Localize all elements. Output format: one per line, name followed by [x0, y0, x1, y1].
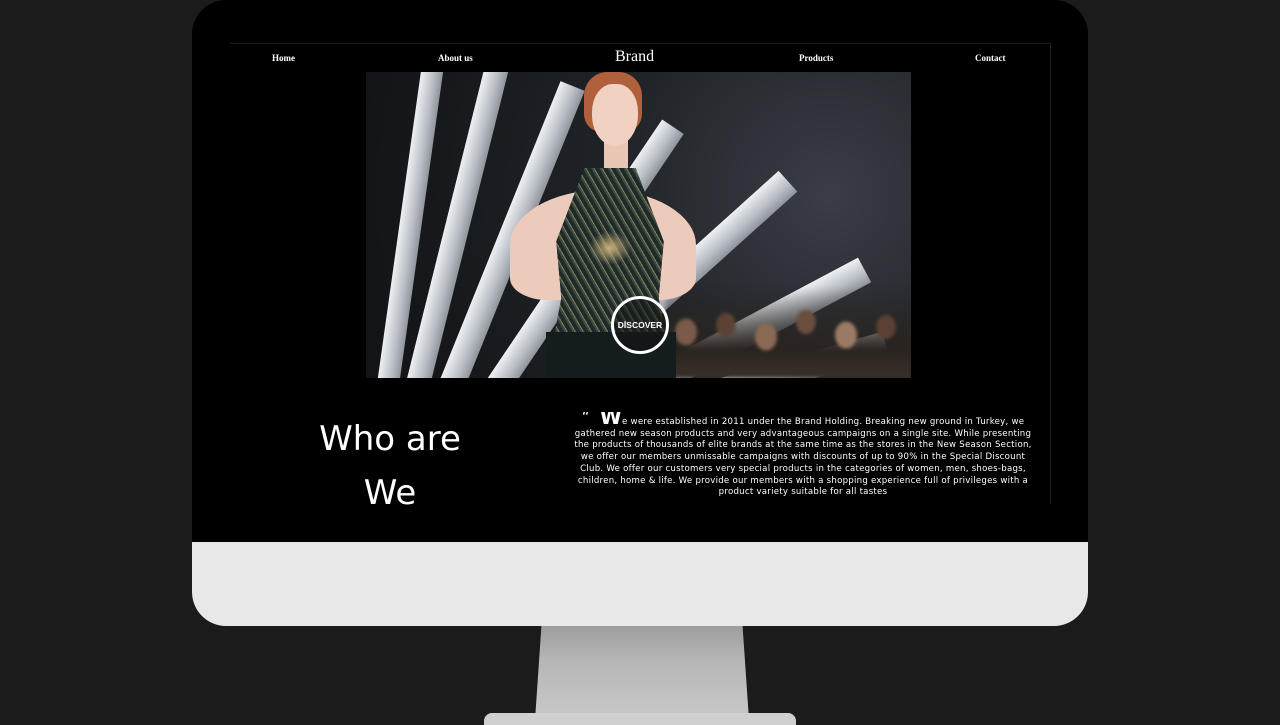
nav-products-link[interactable]: Products [799, 53, 833, 63]
about-text: “ We were established in 2011 under the B… [568, 412, 1038, 504]
heading-line-1: Who are [319, 419, 461, 459]
drop-cap: W [599, 412, 623, 429]
about-body-text: e were established in 2011 under the Bra… [574, 417, 1032, 498]
nav-about-link[interactable]: About us [438, 53, 473, 63]
monitor-frame: Home About us Brand Products Contact DİS… [192, 0, 1088, 626]
nav-contact-link[interactable]: Contact [975, 53, 1006, 63]
runway-model [506, 72, 706, 378]
heading-line-2: We [363, 473, 417, 513]
who-are-we-heading: Who are We [290, 412, 490, 520]
nav-home-link[interactable]: Home [272, 53, 295, 63]
hero-video[interactable]: DİSCOVER [366, 72, 911, 378]
top-navigation: Home About us Brand Products Contact [230, 44, 1050, 72]
quote-mark-icon: “ [581, 412, 590, 426]
monitor-stand [535, 626, 749, 720]
discover-button[interactable]: DİSCOVER [611, 296, 669, 354]
monitor-stand-base [484, 713, 796, 725]
brand-logo-link[interactable]: Brand [615, 48, 654, 66]
website-screen: Home About us Brand Products Contact DİS… [230, 43, 1051, 513]
monitor-chin [192, 542, 1088, 626]
